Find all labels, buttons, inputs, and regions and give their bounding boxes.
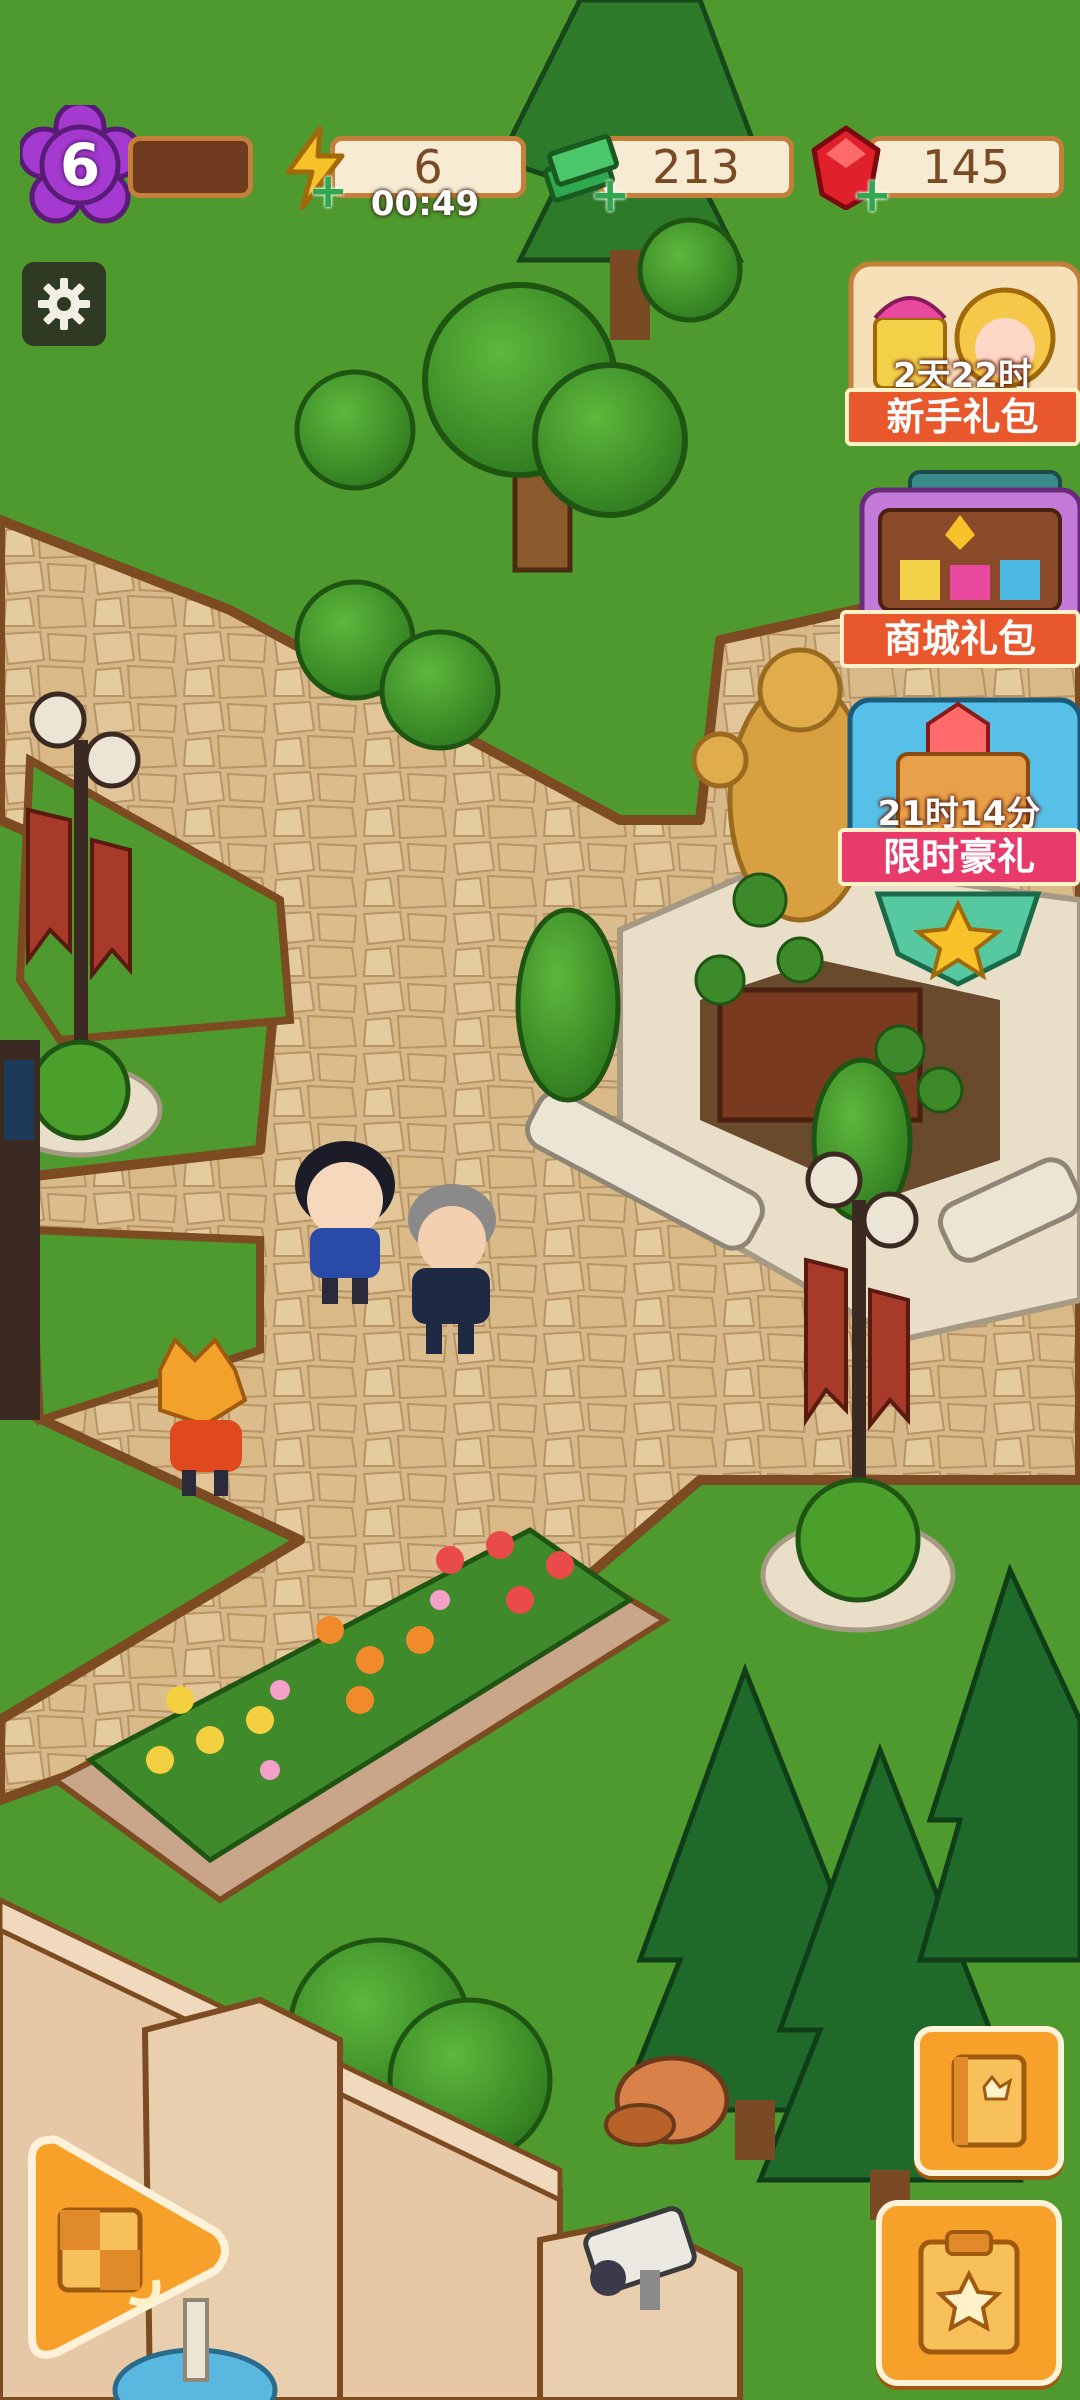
merge-board-icon	[27, 2135, 229, 2359]
level-progress-bar	[128, 136, 253, 198]
offer-limited-pack[interactable]: 21时14分 限时豪礼	[838, 694, 1080, 994]
newbie-pack-label: 新手礼包	[886, 395, 1039, 439]
gem-counter[interactable]: 145	[868, 136, 1064, 198]
gear-icon	[38, 278, 90, 330]
topiary-bush	[515, 907, 621, 1103]
offer-shop-pack[interactable]: 商城礼包	[840, 470, 1080, 670]
offer-newbie-pack[interactable]: 2天22时 新手礼包	[845, 258, 1080, 448]
level-number: 6	[59, 131, 101, 199]
clipboard-star-icon	[918, 2230, 1020, 2355]
book-button[interactable]	[914, 2026, 1064, 2176]
merge-board-button[interactable]	[20, 2120, 230, 2380]
limited-pack-label: 限时豪礼	[882, 835, 1035, 879]
settings-button[interactable]	[22, 262, 106, 346]
energy-timer: 00:49	[370, 184, 480, 224]
cash-value: 213	[652, 140, 740, 194]
quest-button[interactable]	[876, 2200, 1062, 2386]
cash-add-button[interactable]: +	[590, 171, 630, 219]
gem-value: 145	[922, 140, 1010, 194]
shop-pack-label: 商城礼包	[883, 617, 1036, 661]
energy-add-button[interactable]: +	[308, 167, 348, 215]
gem-add-button[interactable]: +	[852, 171, 892, 219]
level-badge[interactable]: 6	[17, 100, 143, 225]
book-icon	[951, 2054, 1027, 2148]
left-building	[0, 1040, 40, 1420]
